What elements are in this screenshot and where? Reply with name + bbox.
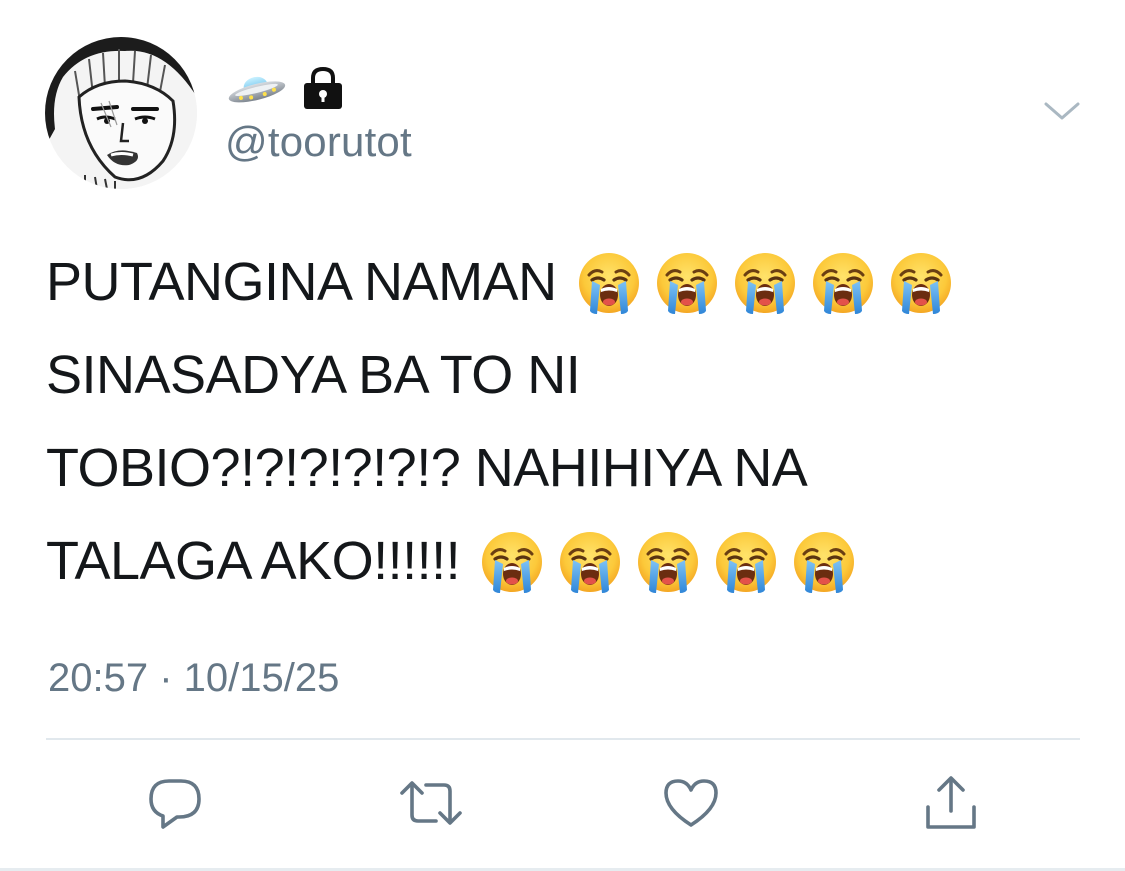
tweet-line-text: TOBIO?!?!?!?!?!? NAHIHIYA NA bbox=[46, 438, 808, 498]
lock-icon bbox=[304, 66, 342, 109]
loudly-crying-face-emoji bbox=[811, 251, 875, 315]
loudly-crying-face-emoji bbox=[714, 530, 778, 594]
display-name[interactable] bbox=[225, 66, 345, 110]
retweet-icon bbox=[400, 781, 462, 825]
tweet-line-text: TALAGA AKO!!!!!! bbox=[46, 531, 461, 591]
share-button[interactable] bbox=[918, 770, 984, 836]
share-icon bbox=[926, 776, 976, 829]
tweet-line: SINASADYA BA TO NI bbox=[46, 329, 1056, 422]
action-bar bbox=[0, 770, 1125, 836]
emoji-group bbox=[480, 530, 856, 594]
like-icon bbox=[664, 779, 718, 827]
tweet-line-text: SINASADYA BA TO NI bbox=[46, 345, 581, 405]
flying-saucer-icon bbox=[228, 76, 286, 103]
loudly-crying-face-emoji bbox=[558, 530, 622, 594]
loudly-crying-face-emoji bbox=[655, 251, 719, 315]
loudly-crying-face-emoji bbox=[889, 251, 953, 315]
chevron-down-icon[interactable] bbox=[1040, 96, 1084, 126]
avatar-image bbox=[45, 37, 197, 189]
loudly-crying-face-emoji bbox=[577, 251, 641, 315]
divider bbox=[46, 738, 1080, 740]
avatar[interactable] bbox=[45, 37, 197, 189]
tweet-line: TALAGA AKO!!!!!! bbox=[46, 515, 1056, 608]
like-button[interactable] bbox=[658, 770, 724, 836]
loudly-crying-face-emoji bbox=[733, 251, 797, 315]
reply-icon bbox=[149, 779, 201, 829]
tweet-line: PUTANGINA NAMAN bbox=[46, 236, 1056, 329]
tweet-card: @toorutot PUTANGINA NAMAN SINASADYA BA T… bbox=[0, 0, 1125, 871]
emoji-group bbox=[577, 251, 953, 315]
loudly-crying-face-emoji bbox=[480, 530, 544, 594]
retweet-button[interactable] bbox=[398, 770, 464, 836]
reply-button[interactable] bbox=[142, 770, 208, 836]
tweet-line: TOBIO?!?!?!?!?!? NAHIHIYA NA bbox=[46, 422, 1056, 515]
tweet-text: PUTANGINA NAMAN SINASADYA BA TO NI TOBIO… bbox=[46, 236, 1056, 608]
user-handle[interactable]: @toorutot bbox=[225, 118, 412, 166]
tweet-timestamp[interactable]: 20:57 · 10/15/25 bbox=[48, 655, 339, 701]
loudly-crying-face-emoji bbox=[636, 530, 700, 594]
loudly-crying-face-emoji bbox=[792, 530, 856, 594]
tweet-line-text: PUTANGINA NAMAN bbox=[46, 252, 557, 312]
